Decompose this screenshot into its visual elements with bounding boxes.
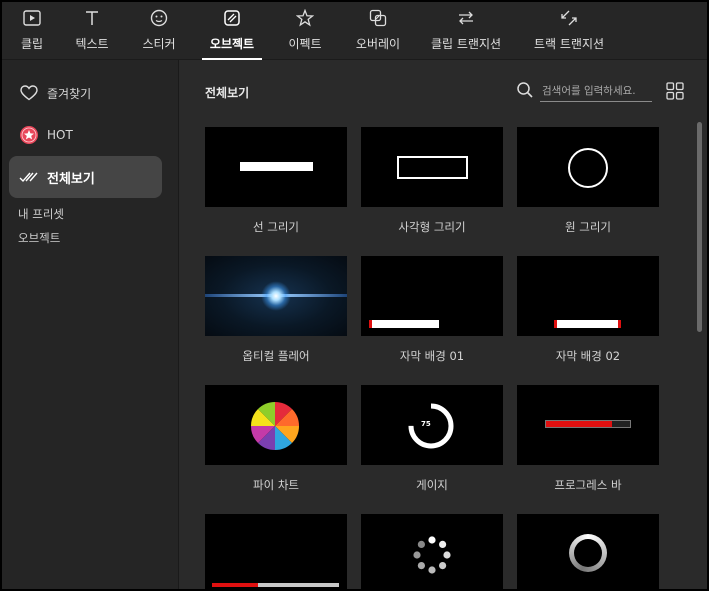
- line-shape: [240, 162, 313, 171]
- sidebar-item-hot[interactable]: HOT: [9, 114, 162, 156]
- tab-label: 트랙 트랜지션: [533, 37, 605, 51]
- spinner-graphic: [413, 536, 451, 574]
- gauge-value: 75: [421, 420, 431, 428]
- object-tile-line[interactable]: 선 그리기: [205, 127, 347, 235]
- tab-label: 클립: [20, 37, 44, 51]
- gauge-graphic: [408, 403, 454, 449]
- app-window: 클립 텍스트 스티커 오브젝트 이펙트 오버레이 클립 트랜지션 트랙 트랜지션…: [2, 2, 707, 589]
- object-tile-subtitle-bg-01[interactable]: 자막 배경 01: [361, 256, 503, 364]
- progress-fill: [546, 421, 613, 427]
- my-presets-label: 내 프리셋: [18, 207, 64, 221]
- object-tile-circle[interactable]: 원 그리기: [517, 127, 659, 235]
- sticker-icon: [150, 8, 168, 28]
- overlay-icon: [369, 8, 387, 28]
- tile-label: 게이지: [416, 478, 448, 492]
- tile-thumbnail: [205, 256, 347, 336]
- clip-icon: [23, 8, 41, 28]
- grid-view-icon[interactable]: [666, 82, 684, 104]
- scrollbar[interactable]: [697, 122, 702, 332]
- tab-label: 이펙트: [288, 37, 322, 51]
- tile-label: 자막 배경 01: [399, 349, 465, 363]
- clip-transition-icon: [457, 8, 475, 28]
- object-tile-optical-flare[interactable]: 옵티컬 플레어: [205, 256, 347, 364]
- search-box: [516, 80, 652, 102]
- tile-thumbnail: [517, 256, 659, 336]
- pie-chart-graphic: [250, 401, 300, 451]
- search-input[interactable]: [540, 80, 652, 102]
- heart-icon: [19, 83, 39, 103]
- sidebar-item-label: 전체보기: [47, 171, 95, 187]
- tile-label: 사각형 그리기: [398, 220, 466, 234]
- tab-label: 스티커: [142, 37, 176, 51]
- object-tile-progress-bar[interactable]: 프로그레스 바: [517, 385, 659, 493]
- progress-track: [545, 420, 631, 428]
- object-tile-subtitle-bg-02[interactable]: 자막 배경 02: [517, 256, 659, 364]
- tile-thumbnail: [205, 514, 347, 589]
- tile-label: 옵티컬 플레어: [242, 349, 310, 363]
- tile-label: 프로그레스 바: [554, 478, 622, 492]
- subtitle-bar: [369, 320, 439, 328]
- rect-shape: [397, 156, 468, 179]
- tab-effect[interactable]: 이펙트: [283, 2, 327, 60]
- search-icon[interactable]: [516, 81, 534, 103]
- main-panel: 전체보기 선 그리기 사각형 그리기: [180, 60, 707, 589]
- tile-thumbnail: [517, 514, 659, 589]
- tile-thumbnail: [205, 127, 347, 207]
- object-tile-ring[interactable]: [517, 514, 659, 589]
- sidebar-item-favorites[interactable]: 즐겨찾기: [9, 72, 162, 114]
- sidebar-item-label: HOT: [47, 128, 73, 142]
- effect-icon: [296, 8, 314, 28]
- tab-text[interactable]: 텍스트: [70, 2, 114, 60]
- tile-label: 원 그리기: [565, 220, 611, 234]
- object-tile-gauge[interactable]: 75 게이지: [361, 385, 503, 493]
- tab-clip[interactable]: 클립: [12, 2, 52, 60]
- page-title: 전체보기: [205, 86, 250, 100]
- tile-thumbnail: [517, 127, 659, 207]
- tab-track-transition[interactable]: 트랙 트랜지션: [533, 2, 605, 60]
- tab-sticker[interactable]: 스티커: [137, 2, 181, 60]
- top-tab-bar: 클립 텍스트 스티커 오브젝트 이펙트 오버레이 클립 트랜지션 트랙 트랜지션: [2, 2, 707, 60]
- ring-inner: [574, 539, 602, 567]
- bottom-bar-track: [212, 583, 339, 587]
- subtitle-bar: [554, 320, 621, 328]
- object-tile-spinner[interactable]: [361, 514, 503, 589]
- track-transition-icon: [560, 8, 578, 28]
- tab-overlay[interactable]: 오버레이: [352, 2, 404, 60]
- bottom-bar-fill: [212, 583, 258, 587]
- preset-object-link[interactable]: 오브젝트: [18, 230, 60, 246]
- text-icon: [84, 8, 100, 28]
- tab-label: 텍스트: [75, 37, 109, 51]
- tab-object[interactable]: 오브젝트: [202, 2, 262, 60]
- tile-label: 자막 배경 02: [555, 349, 621, 363]
- tab-label: 클립 트랜지션: [430, 37, 502, 51]
- object-tile-bottom-bar[interactable]: [205, 514, 347, 589]
- tile-thumbnail: [205, 385, 347, 465]
- tile-thumbnail: [361, 256, 503, 336]
- tile-thumbnail: 75: [361, 385, 503, 465]
- tab-label: 오버레이: [355, 37, 401, 51]
- tile-label: 선 그리기: [253, 220, 299, 234]
- tab-label: 오브젝트: [209, 37, 255, 51]
- circle-shape: [568, 148, 608, 188]
- flare-glow: [261, 281, 291, 311]
- tile-label: 파이 차트: [253, 478, 299, 492]
- tile-thumbnail: [361, 127, 503, 207]
- sidebar-item-label: 즐겨찾기: [47, 86, 92, 101]
- sidebar-item-all[interactable]: 전체보기: [9, 156, 162, 198]
- sidebar: 즐겨찾기 HOT 전체보기 내 프리셋 오브젝트: [2, 60, 179, 589]
- check-all-icon: [19, 167, 39, 187]
- tile-thumbnail: [517, 385, 659, 465]
- object-tile-rect[interactable]: 사각형 그리기: [361, 127, 503, 235]
- tile-thumbnail: [361, 514, 503, 589]
- tab-clip-transition[interactable]: 클립 트랜지션: [430, 2, 502, 60]
- object-tile-pie-chart[interactable]: 파이 차트: [205, 385, 347, 493]
- hot-badge-icon: [19, 125, 39, 145]
- object-icon: [223, 8, 241, 28]
